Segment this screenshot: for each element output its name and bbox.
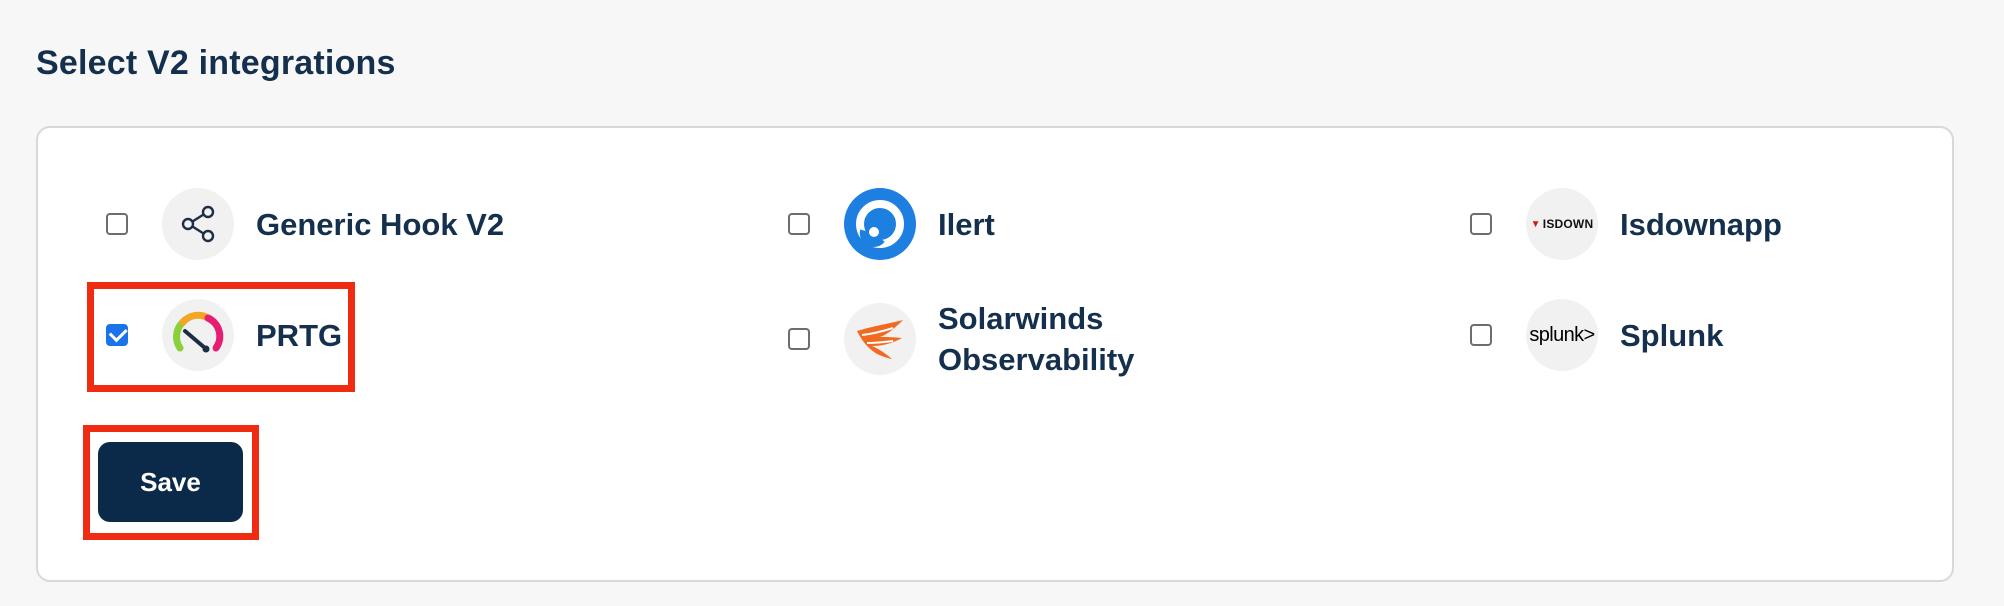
isdownapp-label: Isdownapp xyxy=(1620,206,1782,242)
prtg-label: PRTG xyxy=(256,317,343,353)
splunk-logo-text: splunk> xyxy=(1529,323,1595,346)
isdownapp-logo: ▼ ISDOWN xyxy=(1526,188,1598,260)
isdownapp-logo-text: ISDOWN xyxy=(1542,217,1594,231)
ilert-checkbox[interactable] xyxy=(788,213,810,235)
solarwinds-logo xyxy=(844,303,916,375)
isdownapp-mark-icon: ▼ xyxy=(1530,218,1541,230)
ilert-logo xyxy=(844,188,916,260)
integration-ilert[interactable]: Ilert xyxy=(788,186,995,262)
share-icon xyxy=(162,188,234,260)
generic-hook-v2-checkbox[interactable] xyxy=(106,213,128,235)
integration-splunk[interactable]: splunk> Splunk xyxy=(1470,297,1723,373)
integration-generic-hook-v2[interactable]: Generic Hook V2 xyxy=(106,186,504,262)
gauge-icon xyxy=(162,299,234,371)
splunk-checkbox[interactable] xyxy=(1470,324,1492,346)
isdownapp-checkbox[interactable] xyxy=(1470,213,1492,235)
prtg-checkbox[interactable] xyxy=(106,324,128,346)
page-title: Select V2 integrations xyxy=(36,44,396,82)
integration-isdownapp[interactable]: ▼ ISDOWN Isdownapp xyxy=(1470,186,1782,262)
splunk-label: Splunk xyxy=(1620,317,1724,353)
integration-solarwinds-observability[interactable]: Solarwinds Observability xyxy=(788,301,1168,377)
save-button[interactable]: Save xyxy=(98,442,243,522)
generic-hook-v2-label: Generic Hook V2 xyxy=(256,206,505,242)
solarwinds-observability-label: Solarwinds Observability xyxy=(938,301,1135,377)
ilert-label: Ilert xyxy=(938,206,995,242)
solarwinds-observability-checkbox[interactable] xyxy=(788,328,810,350)
splunk-logo: splunk> xyxy=(1526,299,1598,371)
integration-prtg[interactable]: PRTG xyxy=(106,297,342,373)
